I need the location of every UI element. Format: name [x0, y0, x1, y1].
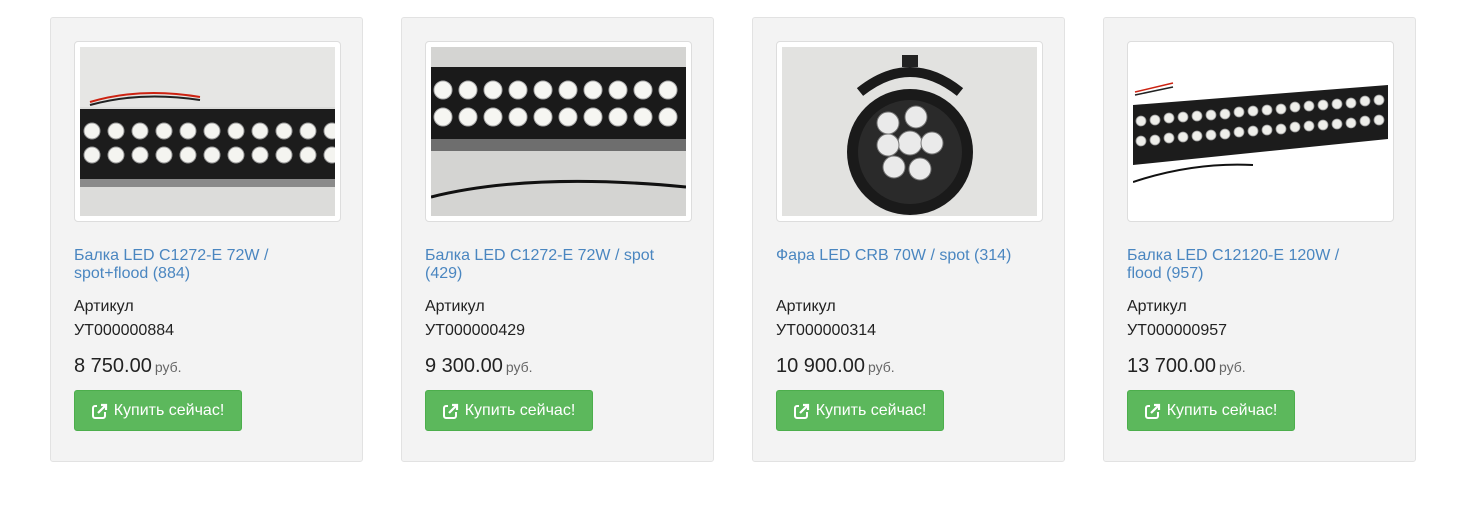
price-currency: руб. — [154, 359, 182, 375]
sku-value: УТ000000884 — [74, 322, 175, 339]
price-value: 9 300.00 — [425, 355, 503, 377]
share-square-icon — [793, 403, 810, 419]
product-title-link[interactable]: Фара LED CRB 70W / spot (314) — [776, 247, 1026, 265]
price-value: 10 900.00 — [776, 355, 865, 377]
product-title-link[interactable]: Балка LED C1272-E 72W / spot+flood (884) — [74, 247, 324, 283]
buy-now-button[interactable]: Купить сейчас! — [425, 390, 593, 431]
price: 13 700.00 руб. — [1127, 355, 1246, 378]
product-image[interactable] — [776, 41, 1043, 222]
led-light-bar-photo — [1133, 47, 1388, 216]
product-card: Балка LED C12120-E 120W / flood (957) Ар… — [1103, 17, 1416, 462]
share-square-icon — [442, 403, 459, 419]
sku-value: УТ000000314 — [776, 322, 877, 339]
buy-now-button[interactable]: Купить сейчас! — [74, 390, 242, 431]
price: 9 300.00 руб. — [425, 355, 533, 378]
led-light-bar-photo — [80, 47, 335, 216]
price: 8 750.00 руб. — [74, 355, 182, 378]
sku-label: Артикул — [776, 298, 836, 315]
buy-now-label: Купить сейчас! — [815, 401, 927, 419]
sku-value: УТ000000429 — [425, 322, 526, 339]
product-card: Балка LED C1272-E 72W / spot (429) Артик… — [401, 17, 714, 462]
price-value: 8 750.00 — [74, 355, 152, 377]
buy-now-label: Купить сейчас! — [464, 401, 576, 419]
buy-now-label: Купить сейчас! — [113, 401, 225, 419]
price: 10 900.00 руб. — [776, 355, 895, 378]
share-square-icon — [1144, 403, 1161, 419]
sku-value: УТ000000957 — [1127, 322, 1228, 339]
buy-now-button[interactable]: Купить сейчас! — [1127, 390, 1295, 431]
sku-label: Артикул — [74, 298, 134, 315]
product-image[interactable] — [74, 41, 341, 222]
sku-label: Артикул — [1127, 298, 1187, 315]
product-title-link[interactable]: Балка LED C12120-E 120W / flood (957) — [1127, 247, 1377, 283]
product-image[interactable] — [425, 41, 692, 222]
led-light-bar-photo — [431, 47, 686, 216]
price-currency: руб. — [505, 359, 533, 375]
buy-now-button[interactable]: Купить сейчас! — [776, 390, 944, 431]
price-currency: руб. — [1218, 359, 1246, 375]
price-value: 13 700.00 — [1127, 355, 1216, 377]
led-round-headlight-photo — [782, 47, 1037, 216]
buy-now-label: Купить сейчас! — [1166, 401, 1278, 419]
product-title-link[interactable]: Балка LED C1272-E 72W / spot (429) — [425, 247, 675, 283]
product-image[interactable] — [1127, 41, 1394, 222]
share-square-icon — [91, 403, 108, 419]
price-currency: руб. — [867, 359, 895, 375]
product-card: Балка LED C1272-E 72W / spot+flood (884)… — [50, 17, 363, 462]
sku-label: Артикул — [425, 298, 485, 315]
product-card: Фара LED CRB 70W / spot (314) Артикул УТ… — [752, 17, 1065, 462]
